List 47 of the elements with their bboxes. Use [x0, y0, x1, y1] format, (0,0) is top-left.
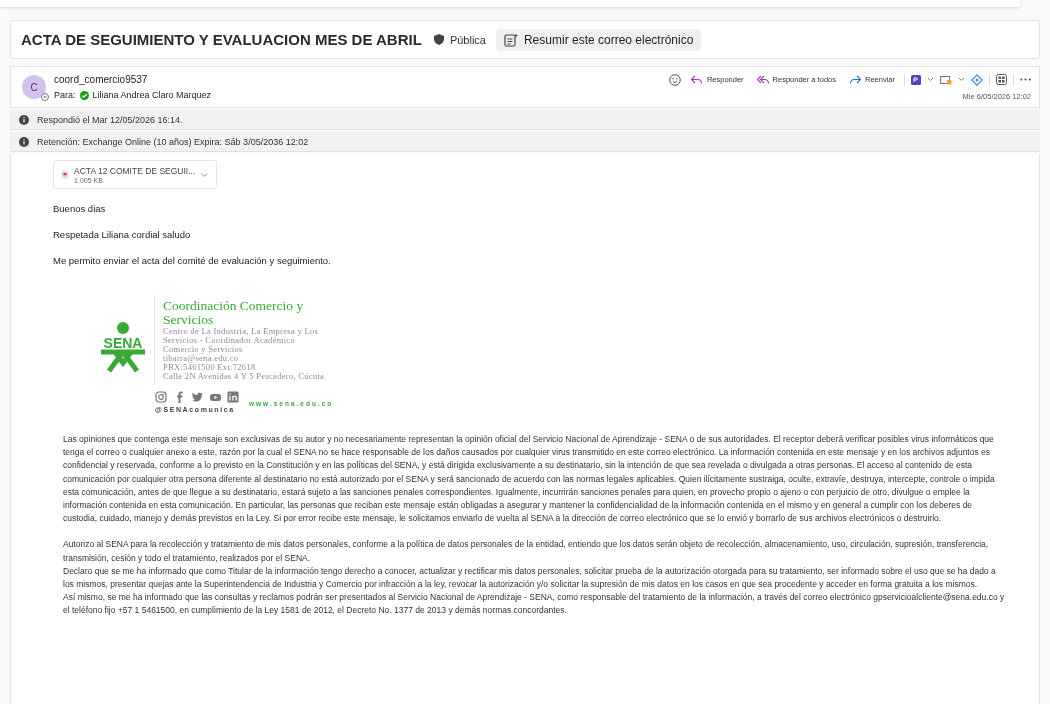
pdf-file-icon — [62, 169, 69, 180]
to-label: Para: — [54, 90, 76, 100]
sena-logo: SENA — [97, 321, 149, 373]
twitter-icon[interactable] — [191, 391, 203, 403]
linkedin-icon[interactable] — [227, 391, 239, 403]
body-text: Me permito enviar el acta del comité de evaluación y seguimiento. — [53, 254, 332, 267]
smiley-icon[interactable] — [668, 73, 681, 86]
body-text: Buenos dias — [53, 202, 107, 215]
signature-title: Coordinación Comercio y Servicios — [163, 299, 305, 327]
sender-name: coord_comercio9537 — [54, 74, 149, 85]
chevron-down-icon[interactable] — [958, 77, 965, 82]
signature-line: tibarra@sena.edu.co — [163, 354, 240, 363]
email-subject: ACTA DE SEGUIMIENTO Y EVALUACION MES DE ABRIL — [21, 31, 422, 48]
signature-line: Calle 2N Avenidas 4 Y 5 Pescadero, Cúcuta — [163, 372, 326, 381]
instagram-icon[interactable] — [155, 391, 167, 403]
summary-icon — [503, 32, 518, 47]
info-text: Respondió el Mar 12/05/2026 16:14. — [37, 114, 183, 125]
summarize-button[interactable]: Resumir este correo electrónico — [495, 28, 702, 51]
grid-icon[interactable] — [996, 74, 1007, 85]
chevron-down-icon[interactable] — [927, 77, 934, 82]
signature-line: PBX:5461500 Ext:72618 — [163, 363, 257, 372]
label-icon[interactable] — [940, 74, 952, 85]
disclaimer-text: Las opiniones que contenga este mensaje son exclusivas de su autor y no necesariamente representan la opinión oficial del Servicio Nacional de Aprendizaje - SENA o de sus autoridades. El receptor deberá verificar posibles virus informáticos que tenga el correo o cualquier anexo a este, razón por la cual el SENA no se hace responsable de los daños causados por cualquier virus transmitido en este correo electrónico. La información contenida en este mensaje y en los archivos adjuntos es confidencial y reservada, conforme a lo previsto en la Constitución y en las políticas del SENA, y está dirigida exclusivamente a su destinatario, sin la intención de que sea revelada o divulgada a otras personas. El acceso al contenido de esta comunicación por cualquier otra persona diferente al destinatario no está autorizado por el SENA y será sancionado de acuerdo con las normas legales aplicables. Quien ilícitamente sustraiga, oculte, extravíe, destruya, intercepte, controle o impida esta comunicación, antes de que llegue a su destinatario, estará sujeto a las sanciones penales correspondientes. Igualmente, incurrirán sanciones penales para quien, en provecho propio o ajeno o con perjuicio de otro, divulgue o emplee la información contenida en esta comunicación. En particular, las personas que reciban este mensaje están obligadas a asegurar y mantener la confidencialidad de la información contenida en el mismo y en general a cumplir con los deberes de custodia, cuidado, manejo y demás previstos en la Ley. Si por error recibe este mensaje, le solicitamos enviarlo de vuelta al SENA a la dirección de correo electrónico que se lo envió y borrarlo de sus archivos electrónicos o destruirlo. — [63, 433, 996, 526]
attachment-name: ACTA 12 COMITE DE SEGUII... — [74, 165, 196, 176]
diamond-icon[interactable] — [971, 73, 983, 86]
info-icon — [19, 114, 29, 125]
privacy-text: Autorizo al SENA para la recolección y tratamiento de mis datos personales, conforme a la política de datos personales de la entidad, entiendo que los datos serán objeto de recolección, almacenamiento, uso, circulación, supresión, transferencia, transmisión, cesión y todo el tratamiento, realizados por el SENA. — [63, 538, 990, 565]
forward-arrow-icon — [848, 74, 862, 85]
info-icon — [19, 136, 29, 147]
chevron-down-icon[interactable] — [201, 171, 208, 178]
reply-arrow-icon — [689, 74, 704, 85]
sensitivity-label: Pública — [449, 33, 486, 46]
youtube-icon[interactable] — [209, 391, 221, 403]
shield-icon — [433, 34, 444, 45]
privacy-text: Así mismo, se me ha informado que las consultas y reclamos podrán ser presentados al Servicio Nacional de Aprendizaje - SENA, como responsable del tratamiento de la información, a través del correo electrónico gpservicioalcliente@sena.edu.co y el teléfono fijo +57 1 5461500, en cumplimiento de la Ley 1581 de 2012, el Decreto No. 1377 de 2013 y demás normas concordantes. — [63, 591, 1006, 618]
body-text: Respetada Liliana cordial saludo — [53, 228, 192, 241]
signature-line: Centro de La Industria, La Empresa y Los Servicios - Coordinador Académico — [163, 327, 320, 345]
more-icon[interactable] — [1020, 78, 1031, 81]
check-circle-icon — [79, 90, 89, 100]
info-text: Retención: Exchange Online (10 años) Expira: Sáb 3/05/2036 12:02 — [37, 136, 309, 147]
signature-line: Comercio y Servicios — [163, 345, 244, 354]
document-icon[interactable] — [911, 74, 921, 85]
status-icon — [41, 93, 49, 101]
privacy-text: Declaro que se me ha informado que como Titular de la información tengo derecho a conocer, actualizar y rectificar mis datos personales, solicitar prueba de la autorización otorgada para su tratamiento, ser informado sobre el uso que se ha dado a los mismos, presentar quejas ante la Superintendencia de Industria y Comercio por infracción a la ley, revocar la autorización y/o solicitar la supresión de mis datos en los casos en que sea procedente y acceder en forma gratuita a los mismos. — [63, 564, 997, 592]
recipient-name[interactable]: Liliana Andrea Claro Marquez — [92, 90, 212, 100]
avatar: C — [22, 75, 46, 99]
double-arrow-icon — [755, 74, 770, 85]
